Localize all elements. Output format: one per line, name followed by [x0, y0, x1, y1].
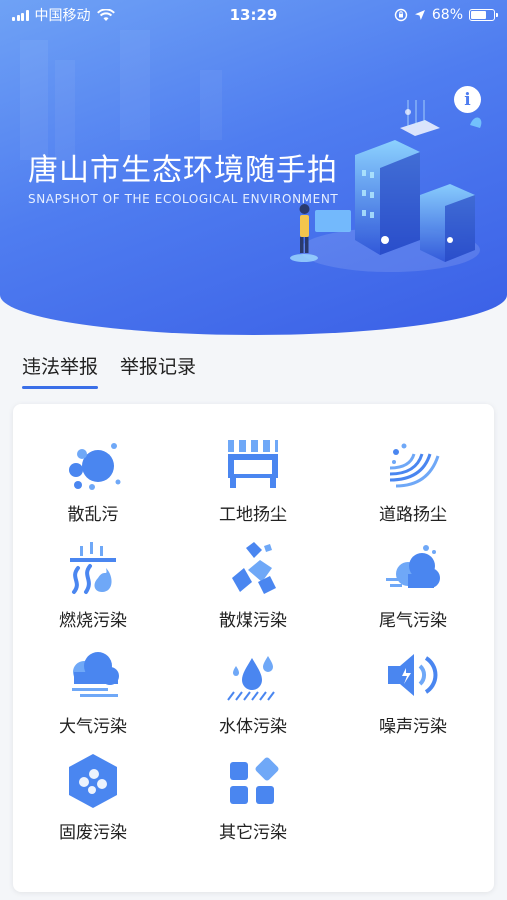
smart-city-illustration	[290, 100, 482, 272]
solid-waste-icon	[69, 754, 117, 808]
category-label: 固废污染	[59, 823, 127, 843]
category-label: 尾气污染	[379, 611, 447, 631]
noise-pollution-icon	[388, 654, 438, 696]
category-label: 大气污染	[59, 717, 127, 737]
category-label: 其它污染	[219, 823, 287, 843]
air-pollution-icon	[72, 652, 119, 697]
category-label: 散乱污	[67, 505, 119, 525]
exhaust-pollution-icon	[386, 545, 440, 588]
category-scattered-pollution[interactable]: 散乱污	[13, 432, 173, 538]
construction-dust-icon	[228, 440, 278, 488]
category-label: 道路扬尘	[379, 505, 447, 525]
wifi-icon	[96, 8, 115, 21]
category-label: 水体污染	[219, 717, 287, 737]
tab-illegal-report[interactable]: 违法举报	[22, 352, 99, 389]
report-tabs: 违法举报 举报记录	[22, 352, 196, 389]
category-noise-pollution[interactable]: 噪声污染	[333, 644, 493, 750]
category-water-pollution[interactable]: 水体污染	[173, 644, 333, 750]
category-coal-pollution[interactable]: 散煤污染	[173, 538, 333, 644]
carrier-label: 中国移动	[34, 8, 91, 24]
coal-pollution-icon	[232, 542, 276, 594]
battery-icon	[469, 9, 498, 21]
category-label: 工地扬尘	[219, 505, 287, 525]
category-card: 散乱污 工地扬尘 道路扬尘 燃烧污染 散煤污染 尾气污染 大气污染 水体污染 噪…	[13, 404, 494, 892]
category-label: 散煤污染	[219, 611, 287, 631]
category-solid-waste[interactable]: 固废污染	[13, 750, 173, 856]
category-exhaust-pollution[interactable]: 尾气污染	[333, 538, 493, 644]
location-icon	[414, 10, 425, 20]
status-time: 13:29	[229, 6, 278, 24]
signal-icon	[12, 9, 29, 21]
hero-banner: 中国移动 13:29 68% i 唐山市生态环境随手拍 SNAPSHOT OF …	[0, 0, 507, 335]
status-bar: 中国移动 13:29 68%	[0, 0, 507, 30]
category-construction-dust[interactable]: 工地扬尘	[173, 432, 333, 538]
category-burning-pollution[interactable]: 燃烧污染	[13, 538, 173, 644]
burning-pollution-icon	[70, 542, 116, 594]
category-label: 噪声污染	[379, 717, 447, 737]
road-dust-icon	[389, 443, 440, 488]
category-road-dust[interactable]: 道路扬尘	[333, 432, 493, 538]
orientation-lock-icon	[394, 8, 408, 22]
category-other-pollution[interactable]: 其它污染	[173, 750, 333, 856]
battery-percent: 68%	[431, 7, 463, 23]
tab-report-records[interactable]: 举报记录	[120, 352, 196, 389]
scattered-pollution-icon	[69, 443, 121, 490]
water-pollution-icon	[227, 656, 275, 701]
other-pollution-icon	[230, 757, 279, 804]
category-label: 燃烧污染	[59, 611, 127, 631]
category-grid: 散乱污 工地扬尘 道路扬尘 燃烧污染 散煤污染 尾气污染 大气污染 水体污染 噪…	[13, 432, 494, 856]
category-air-pollution[interactable]: 大气污染	[13, 644, 173, 750]
